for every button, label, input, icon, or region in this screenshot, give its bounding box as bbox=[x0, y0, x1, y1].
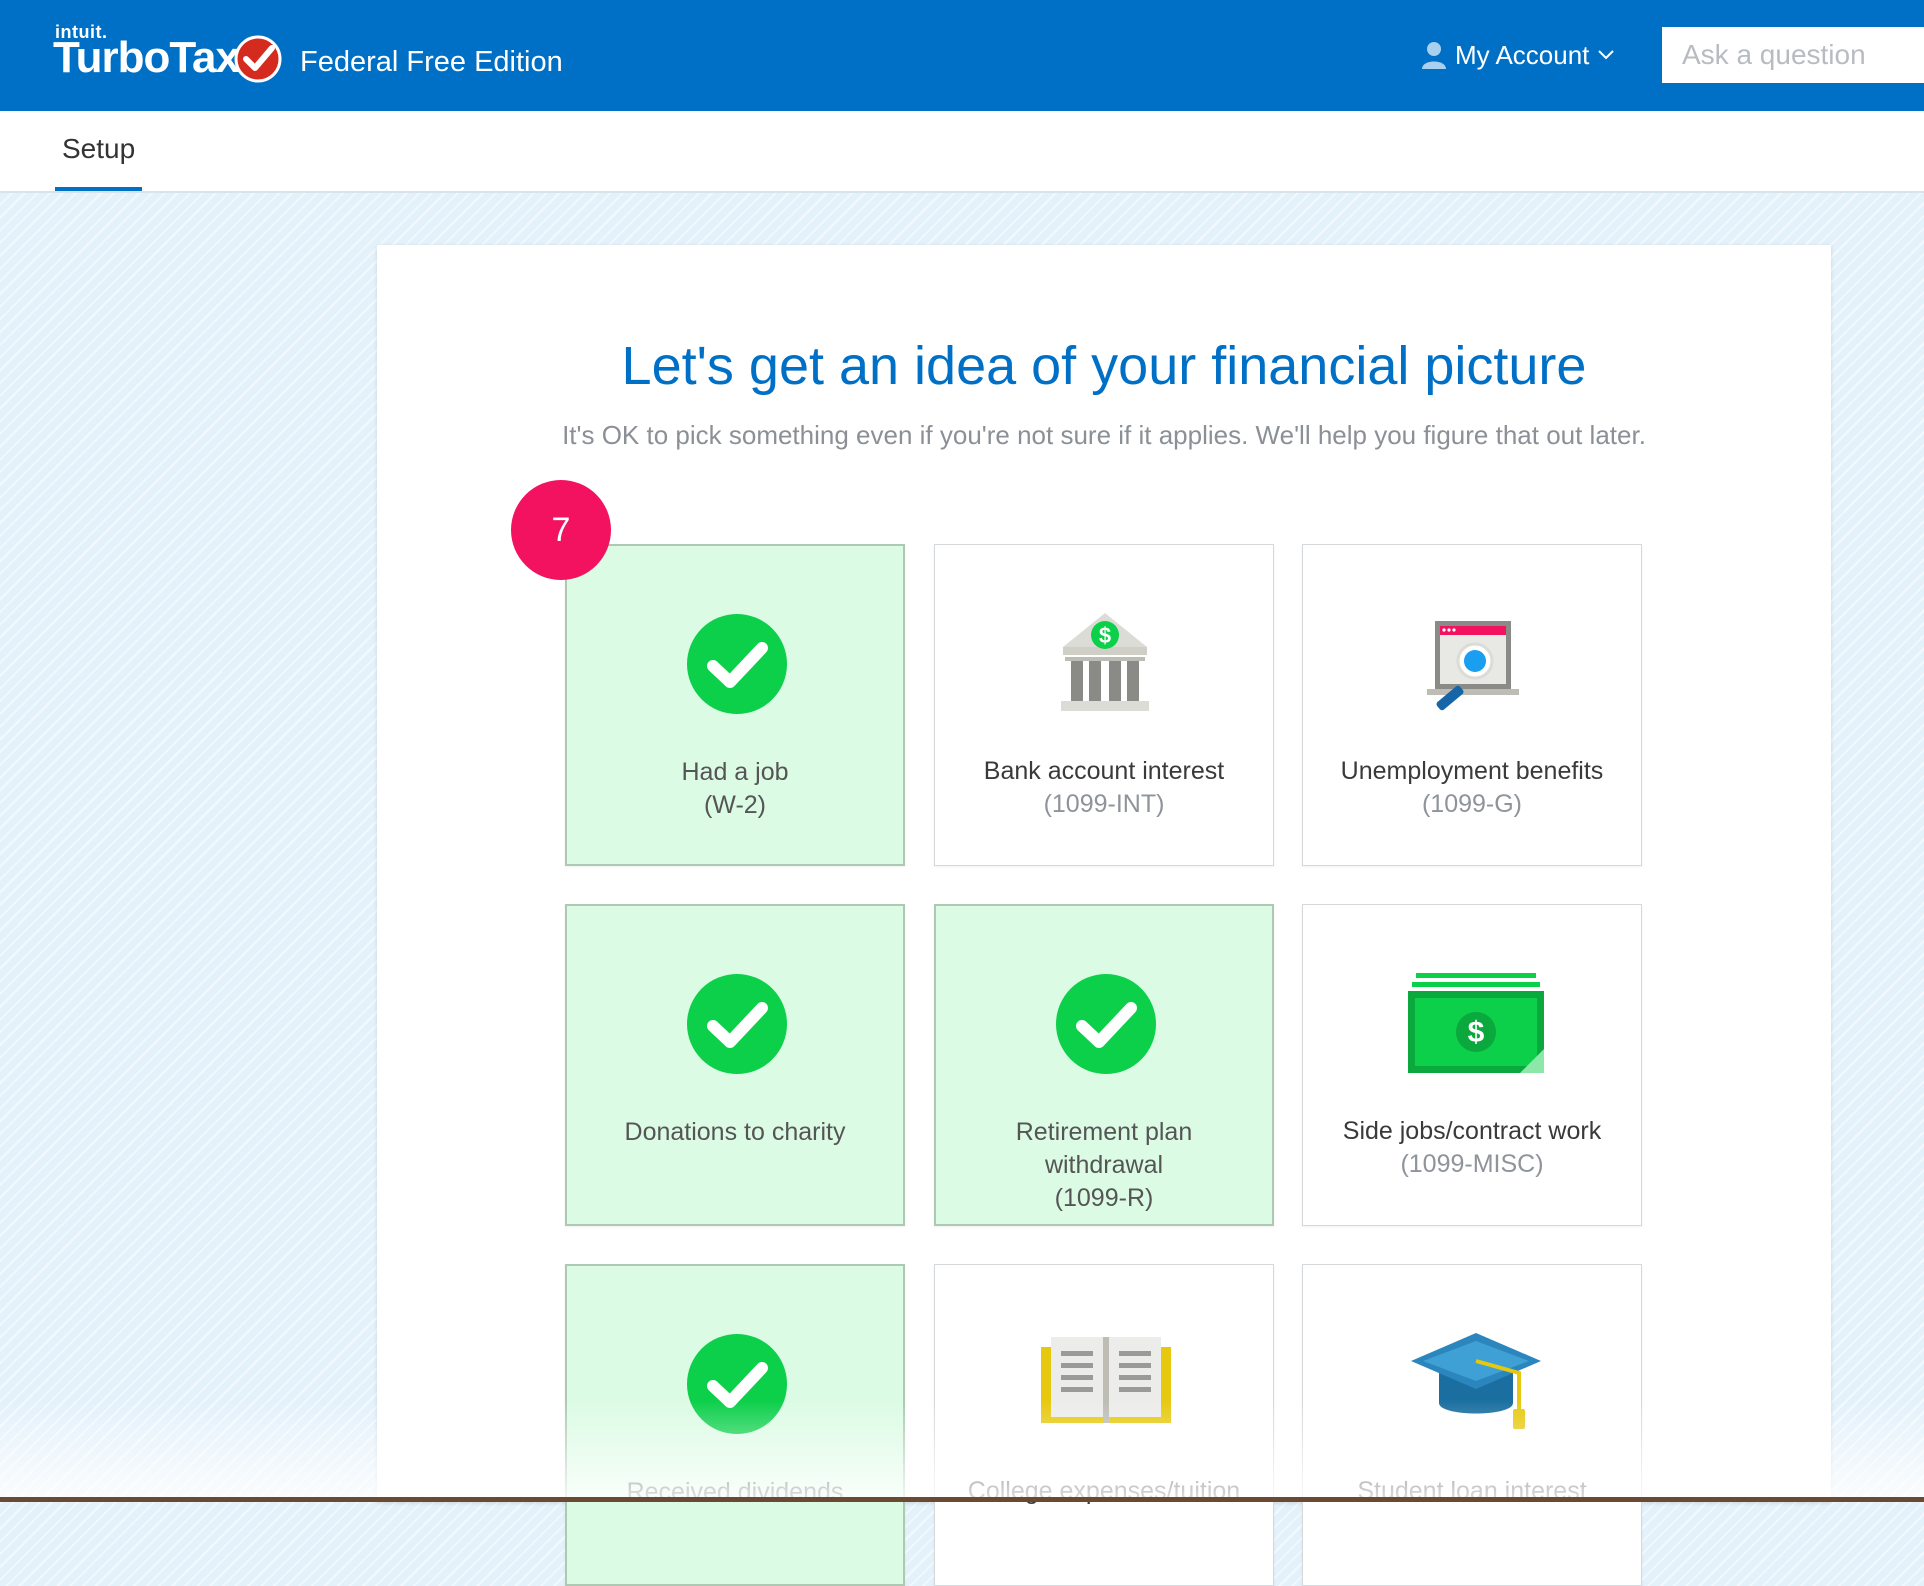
subnav-bar: Setup bbox=[0, 111, 1924, 193]
tile-bank-account-interest[interactable]: $ Bank account interest (1099-INT) bbox=[934, 544, 1274, 866]
top-header: intuit. TurboTax Federal Free Edition My… bbox=[0, 0, 1924, 111]
page-subtitle: It's OK to pick something even if you're… bbox=[562, 420, 1646, 450]
tile-label: Retirement plan withdrawal bbox=[1015, 1118, 1193, 1179]
tile-label: Donations to charity bbox=[624, 1118, 846, 1146]
tile-label: Unemployment benefits bbox=[1340, 757, 1604, 785]
tile-label: College expenses/tuition bbox=[967, 1477, 1241, 1505]
money-icon: $ bbox=[1408, 973, 1544, 1073]
tile-unemployment-benefits[interactable]: Unemployment benefits (1099-G) bbox=[1302, 544, 1642, 866]
tile-form: (1099-INT) bbox=[1043, 790, 1165, 818]
tile-donations-to-charity[interactable]: Donations to charity bbox=[565, 904, 905, 1226]
tile-form: (1099-G) bbox=[1421, 790, 1523, 818]
tile-received-dividends[interactable]: Received dividends bbox=[565, 1264, 905, 1586]
my-account-label: My Account bbox=[1455, 39, 1590, 70]
check-icon bbox=[1056, 974, 1156, 1074]
page-title: Let's get an idea of your financial pict… bbox=[621, 336, 1587, 396]
chevron-down-icon bbox=[1598, 50, 1615, 60]
tile-form: (1099-R) bbox=[1054, 1184, 1154, 1212]
tile-label: Received dividends bbox=[626, 1478, 844, 1506]
svg-text:$: $ bbox=[1468, 1016, 1485, 1049]
tile-label: Student loan interest bbox=[1357, 1477, 1587, 1505]
tile-form: (W-2) bbox=[703, 791, 767, 819]
graduation-cap-icon bbox=[1411, 1333, 1541, 1433]
tile-had-a-job[interactable]: Had a job (W-2) bbox=[565, 544, 905, 866]
tab-setup[interactable]: Setup bbox=[55, 133, 143, 191]
step-badge: 7 bbox=[511, 480, 611, 580]
tile-label: Bank account interest bbox=[983, 757, 1225, 785]
book-icon bbox=[1041, 1333, 1171, 1433]
turbotax-logo[interactable]: TurboTax bbox=[53, 33, 240, 83]
tile-label: Had a job bbox=[681, 758, 789, 786]
tile-college-expenses-tuition[interactable]: College expenses/tuition bbox=[934, 1264, 1274, 1586]
tile-side-jobs-contract-work[interactable]: $ Side jobs/contract work (1099-MISC) bbox=[1302, 904, 1642, 1226]
edition-title: Federal Free Edition bbox=[300, 46, 563, 78]
tile-retirement-plan-withdrawal[interactable]: Retirement plan withdrawal (1099-R) bbox=[934, 904, 1274, 1226]
tile-label: Side jobs/contract work bbox=[1342, 1117, 1602, 1145]
user-icon bbox=[1422, 42, 1446, 69]
bank-icon: $ bbox=[1055, 613, 1155, 713]
check-icon bbox=[687, 974, 787, 1074]
check-icon bbox=[687, 1334, 787, 1434]
tile-form: (1099-MISC) bbox=[1400, 1150, 1544, 1178]
tile-student-loan-interest[interactable]: Student loan interest bbox=[1302, 1264, 1642, 1586]
my-account-menu[interactable]: My Account bbox=[1421, 38, 1615, 72]
ask-question-input[interactable] bbox=[1662, 27, 1924, 83]
laptop-search-icon bbox=[1423, 613, 1523, 713]
turbotax-check-logo-icon bbox=[234, 35, 282, 83]
window-bottom-edge bbox=[0, 1497, 1924, 1502]
check-icon bbox=[687, 614, 787, 714]
svg-text:$: $ bbox=[1099, 623, 1111, 648]
